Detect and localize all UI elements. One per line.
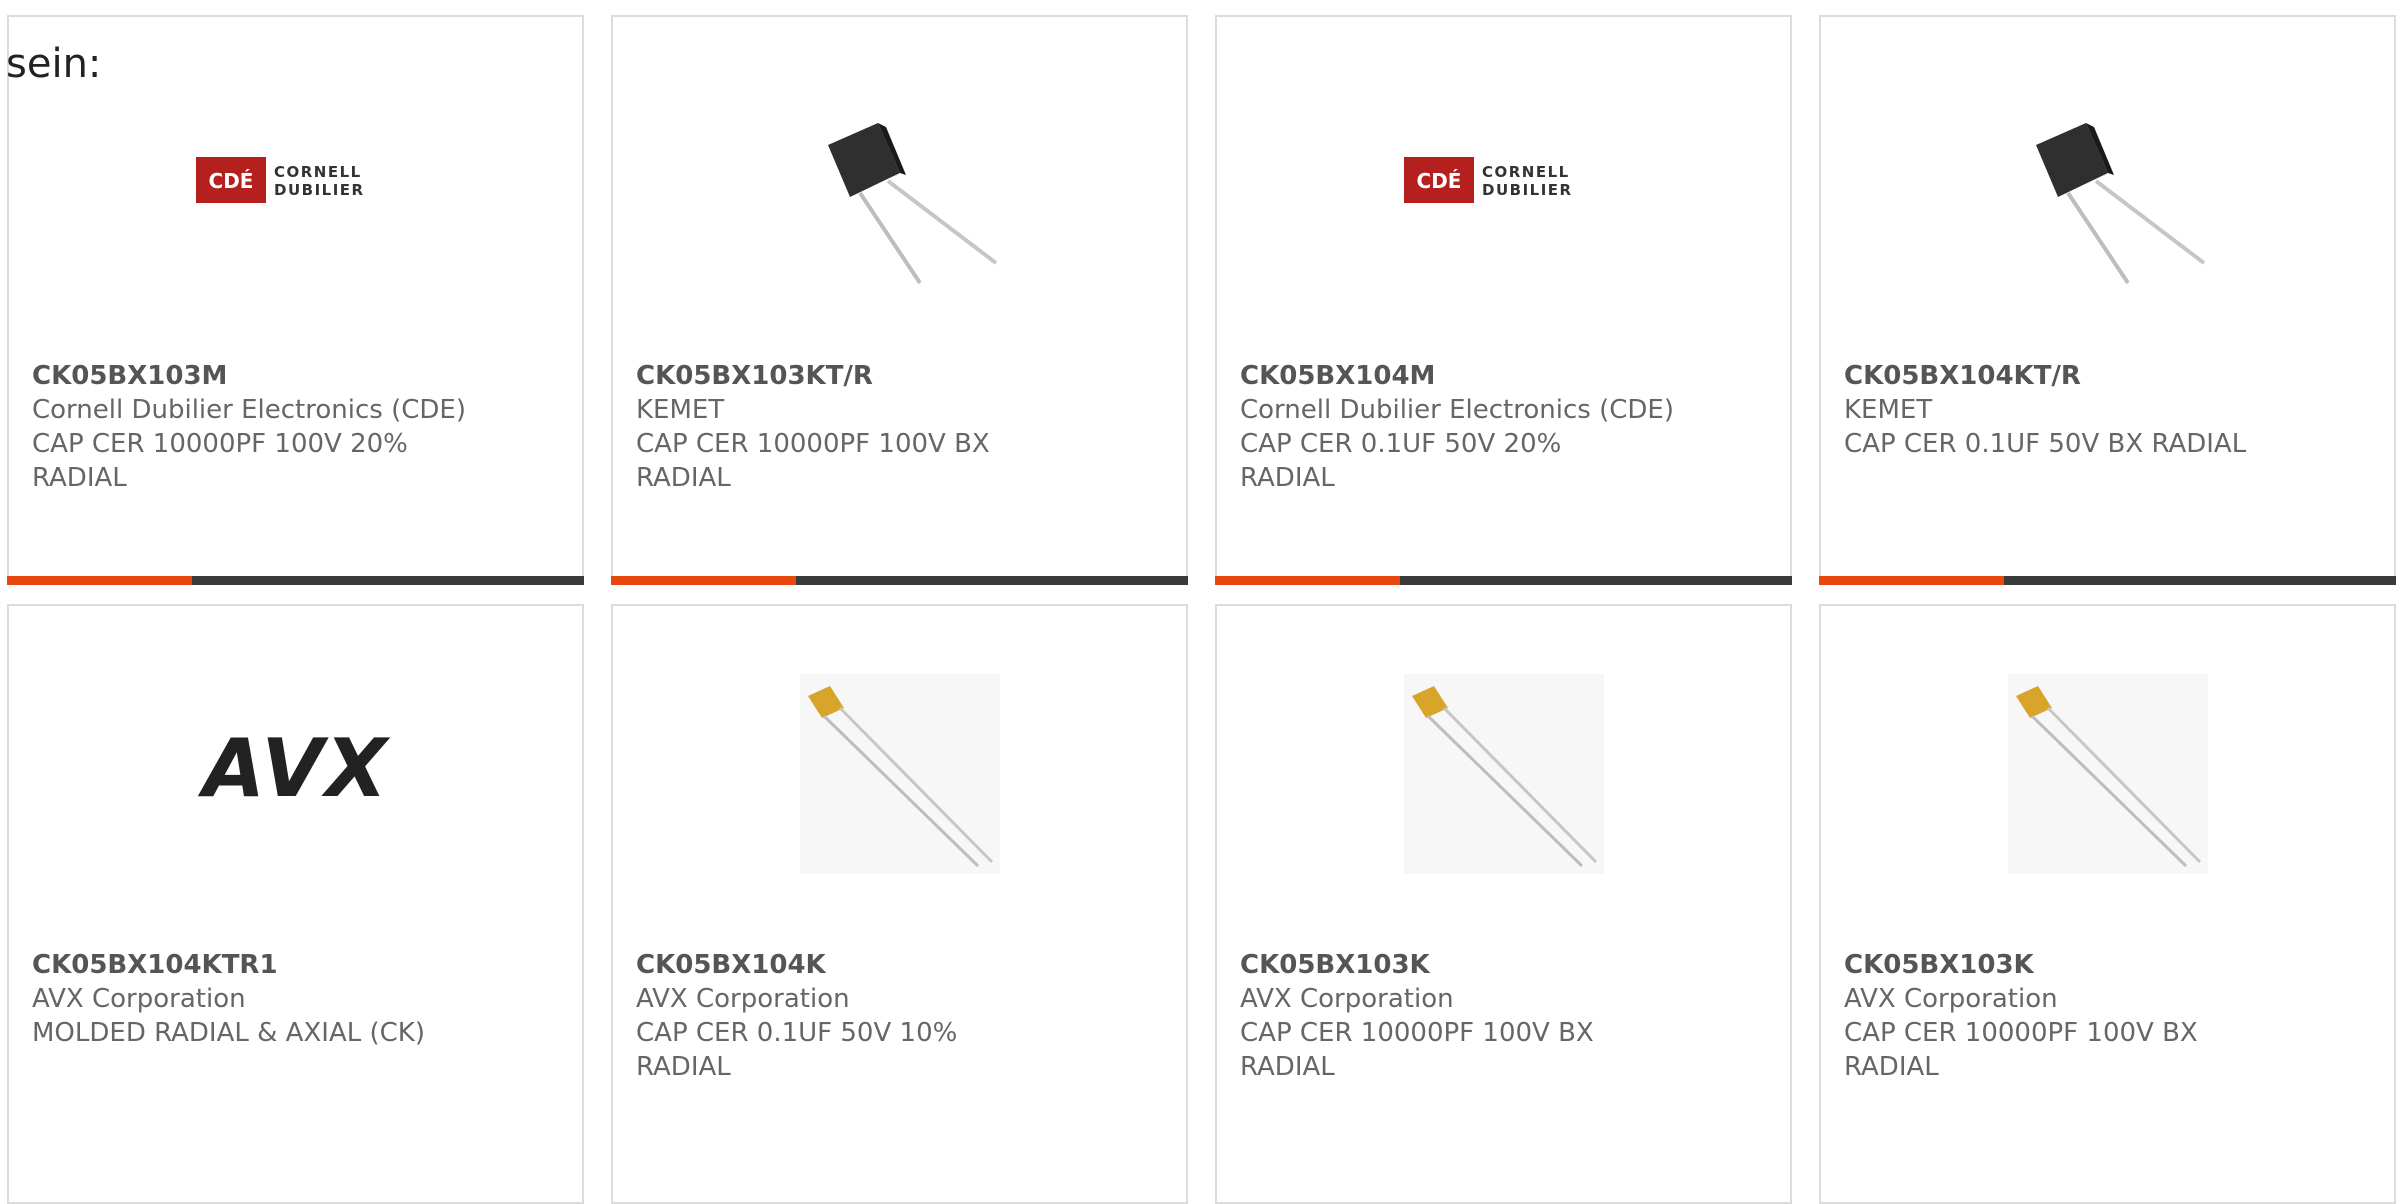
progress-bar-fill [611,576,796,585]
part-number[interactable]: CK05BX104KT/R [1844,359,2374,393]
progress-bar [1215,576,1792,585]
svg-text:DUBILIER: DUBILIER [1482,181,1573,199]
manufacturer: Cornell Dubilier Electronics (CDE) [1240,395,1674,425]
product-card[interactable]: CK05BX103K AVX Corporation CAP CER 10000… [1215,604,1792,1204]
cde-logo: CDÉ CORNELL DUBILIER [195,85,396,285]
progress-bar [611,576,1188,585]
cde-logo: CDÉ CORNELL DUBILIER [1403,85,1604,285]
description: CAP CER 0.1UF 50V 10% RADIAL [636,1018,958,1082]
product-card[interactable]: CK05BX103K AVX Corporation CAP CER 10000… [1819,604,2396,1204]
part-number[interactable]: CK05BX103M [32,359,562,393]
progress-bar [1819,576,2396,585]
description: CAP CER 10000PF 100V 20% RADIAL [32,429,408,493]
page-heading: sein: [6,41,102,87]
svg-text:CDÉ: CDÉ [208,169,253,193]
product-card[interactable]: AVX CK05BX104KTR1 AVX Corporation MOLDED… [7,604,584,1204]
description: CAP CER 0.1UF 50V BX RADIAL [1844,429,2247,459]
part-number[interactable]: CK05BX103K [1240,948,1770,982]
manufacturer: AVX Corporation [1844,984,2058,1014]
progress-bar [7,576,584,585]
progress-bar-fill [1215,576,1400,585]
part-number[interactable]: CK05BX104M [1240,359,1770,393]
part-number[interactable]: CK05BX104KTR1 [32,948,562,982]
yellow-capacitor-image [1403,674,1604,874]
product-card[interactable]: CDÉ CORNELL DUBILIER CK05BX104M Cornell … [1215,15,1792,585]
description: CAP CER 0.1UF 50V 20% RADIAL [1240,429,1562,493]
progress-bar-fill [7,576,192,585]
manufacturer: Cornell Dubilier Electronics (CDE) [32,395,466,425]
black-capacitor-image [2008,85,2208,285]
yellow-capacitor-image [2007,674,2208,874]
product-card[interactable]: CK05BX104KT/R KEMET CAP CER 0.1UF 50V BX… [1819,15,2396,585]
part-number[interactable]: CK05BX104K [636,948,1166,982]
product-card[interactable]: CDÉ CORNELL DUBILIER CK05BX103M Cornell … [7,15,584,585]
manufacturer: KEMET [636,395,725,425]
svg-text:CORNELL: CORNELL [274,163,362,181]
manufacturer: KEMET [1844,395,1933,425]
description: CAP CER 10000PF 100V BX RADIAL [1240,1018,1594,1082]
part-number[interactable]: CK05BX103KT/R [636,359,1166,393]
manufacturer: AVX Corporation [32,984,246,1014]
manufacturer: AVX Corporation [1240,984,1454,1014]
black-capacitor-image [800,85,1000,285]
progress-bar-fill [1819,576,2004,585]
description: CAP CER 10000PF 100V BX RADIAL [1844,1018,2198,1082]
product-grid: CDÉ CORNELL DUBILIER CK05BX103M Cornell … [0,0,2400,1204]
manufacturer: AVX Corporation [636,984,850,1014]
product-card[interactable]: CK05BX103KT/R KEMET CAP CER 10000PF 100V… [611,15,1188,585]
svg-text:CORNELL: CORNELL [1482,163,1570,181]
description: MOLDED RADIAL & AXIAL (CK) [32,1018,425,1048]
svg-text:CDÉ: CDÉ [1416,169,1461,193]
product-card[interactable]: CK05BX104K AVX Corporation CAP CER 0.1UF… [611,604,1188,1204]
yellow-capacitor-image [799,674,1000,874]
part-number[interactable]: CK05BX103K [1844,948,2374,982]
description: CAP CER 10000PF 100V BX RADIAL [636,429,990,493]
svg-text:DUBILIER: DUBILIER [274,181,365,199]
avx-logo: AVX [196,674,396,874]
